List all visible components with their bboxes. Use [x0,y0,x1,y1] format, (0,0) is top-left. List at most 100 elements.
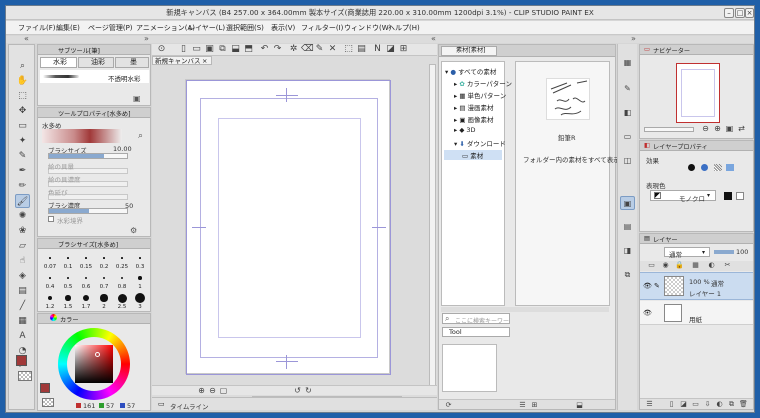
menu-edit[interactable]: 編集(E) [56,23,80,33]
brush-size-dot[interactable] [47,295,53,301]
dock-material-icon[interactable]: ▣ [620,196,635,210]
dock-icon-2[interactable]: ✎ [620,82,635,96]
new-folder-icon[interactable]: ▭ [690,399,701,410]
blend-mode-select[interactable]: 通常 ▾ [664,247,710,259]
brush-size-dot[interactable] [49,257,51,259]
layerprop-tab-label[interactable]: レイヤープロパティ [653,142,708,150]
frame-tool-icon[interactable]: ▦ [15,314,30,328]
brush-size-dot[interactable] [138,276,142,280]
new-vector-icon[interactable]: ◪ [678,399,689,410]
brush-density-slider[interactable] [48,208,128,214]
canvas-tab[interactable]: 新規キャンバス × [152,56,212,65]
brush-size-dot[interactable] [102,276,106,280]
dock-icon-7[interactable]: ▤ [620,220,635,234]
canvas-vscrollbar[interactable] [429,64,436,394]
copy-icon[interactable]: ⧉ [217,44,228,55]
tree-all-materials[interactable]: ▾ ● すべての素材 [445,66,496,76]
deselect-icon[interactable]: ⬚ [343,44,354,55]
home-icon[interactable]: ⊙ [156,44,167,55]
tree-3d[interactable]: ▸ ◆ 3D [454,126,476,134]
selection-icon[interactable]: ▭ [15,119,30,133]
tree-material-selected[interactable]: ▭ 素材 [444,150,502,160]
menu-help[interactable]: ヘルプ(H) [388,23,420,33]
nav-fit-icon[interactable]: ▣ [724,123,735,134]
brush-size-dot[interactable] [103,257,105,259]
expand-right-icon[interactable]: » [144,34,149,43]
tree-color-pattern[interactable]: ▸ ✿ カラーパターン [454,78,512,88]
brush-item-row[interactable]: 不透明水彩 [40,70,149,83]
material-tab[interactable]: 素材[素材] [441,46,497,56]
collapse-left-icon-2[interactable]: « [431,34,436,43]
menu-filter[interactable]: フィルター(I) [301,23,343,33]
menu-animation[interactable]: アニメーション(A) [136,23,195,33]
brush-size-dot[interactable] [139,257,141,259]
auto-select-icon[interactable]: ✦ [15,134,30,148]
merge-down-icon[interactable]: ⇩ [702,399,713,410]
tab-ink[interactable]: 墨 [115,57,149,68]
nav-flip-icon[interactable]: ⇄ [736,123,747,134]
snap-guide-icon[interactable]: ◪ [385,44,396,55]
snap-ruler-icon[interactable]: N [372,44,383,55]
material-thumb-pencil[interactable] [546,78,590,120]
effect-texture-icon[interactable] [714,164,722,171]
import-icon[interactable]: ⬒ [243,44,254,55]
mask-add-icon[interactable]: ◐ [714,399,725,410]
effect-border-icon[interactable] [688,164,695,171]
menu-file[interactable]: ファイル(F) [18,23,56,33]
effect-color-icon[interactable] [726,164,734,171]
duplicate-icon[interactable]: ⧉ [726,399,737,410]
delete-layer-icon[interactable]: 🗑 [738,399,749,410]
navigator-preview[interactable] [676,63,720,123]
canvas-tab-close-icon[interactable]: × [202,57,207,65]
layer-menu-icon[interactable]: ☰ [644,399,655,410]
brush-size-dot[interactable] [100,294,108,302]
mask-icon[interactable]: ◐ [706,260,717,271]
new-icon[interactable]: ▯ [178,44,189,55]
zoom-preview-icon[interactable]: ⌕ [138,131,143,141]
dock-icon-3[interactable]: ◧ [620,106,635,120]
opacity-slider[interactable] [714,250,734,254]
gradient-tool-icon[interactable]: ▤ [15,284,30,298]
operation-tool-icon[interactable]: ⬚ [15,89,30,103]
nav-zoom-in-icon[interactable]: ⊕ [712,123,723,134]
line-color-chip[interactable] [724,192,732,200]
minimize-icon[interactable]: – [724,8,734,18]
paper-color-chip[interactable] [736,192,744,200]
menu-window[interactable]: ウィンドウ(W) [344,23,391,33]
tab-oil[interactable]: 油彩 [78,57,114,68]
watercolor-edge-checkbox[interactable] [48,216,54,222]
transparent-swatch[interactable] [18,371,32,381]
open-icon[interactable]: ▭ [191,44,202,55]
save-icon[interactable]: ▣ [204,44,215,55]
main-color-chip[interactable] [40,383,50,393]
navigator-tab-label[interactable]: ナビゲーター [653,46,690,54]
dock-icon-4[interactable]: ▭ [620,130,635,144]
effect-tone-icon[interactable] [701,164,708,171]
new-raster-icon[interactable]: ▯ [666,399,677,410]
ruler-layer-icon[interactable]: ✂ [722,260,733,271]
brush-tool-icon[interactable]: 🖌 [15,194,30,208]
dock-icon-5[interactable]: ◫ [620,154,635,168]
material-paste-icon[interactable]: ⬓ [574,400,585,411]
tree-mono-pattern[interactable]: ▸ ▦ 単色パターン [454,90,506,100]
canvas-page[interactable] [185,79,391,375]
brush-size-dot[interactable] [82,294,90,302]
settings-icon[interactable]: ⚙ [130,226,137,235]
select-invert-icon[interactable]: ▤ [356,44,367,55]
brush-size-dot[interactable] [67,277,69,279]
rotate-right-icon[interactable]: ↻ [303,385,314,396]
color-saturation-square[interactable] [75,345,113,383]
pencil-tool-icon[interactable]: ✏ [15,179,30,193]
menu-selection[interactable]: 選択範囲(S) [226,23,264,33]
material-search-input[interactable]: ⌕ ここに検索キーワード [442,313,510,334]
sub-color-chip[interactable] [42,398,54,407]
eyedropper-icon[interactable]: ✎ [15,149,30,163]
decoration-icon[interactable]: ❀ [15,224,30,238]
tree-download[interactable]: ▾ ⬇ ダウンロード [454,138,506,148]
brush-size-dot[interactable] [121,257,123,259]
brush-size-dot[interactable] [134,292,146,304]
brush-size-dot[interactable] [120,276,124,280]
fill-icon[interactable]: ✎ [314,44,325,55]
zoom-tool-icon[interactable]: ⌕ [15,59,30,73]
collapse-left-icon[interactable]: « [24,34,29,43]
